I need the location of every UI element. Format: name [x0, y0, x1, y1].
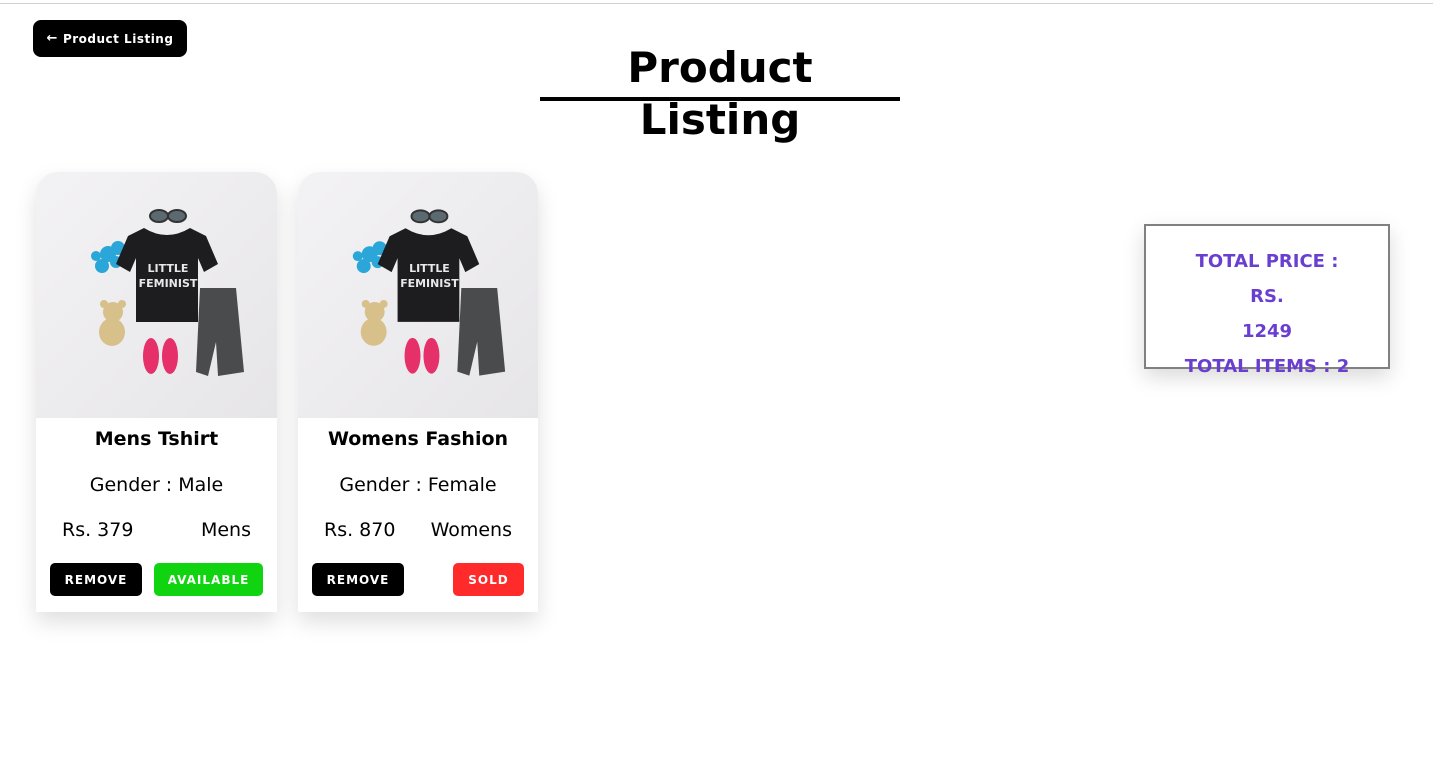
status-badge-available[interactable]: AVAILABLE — [154, 563, 263, 596]
product-name: Mens Tshirt — [94, 428, 219, 450]
kids-outfit-flatlay-image: LITTLE FEMINIST — [352, 209, 506, 376]
page-title: Product Listing — [540, 42, 900, 144]
svg-text:FEMINIST: FEMINIST — [139, 277, 198, 290]
product-card: LITTLE FEMINIST Mens Tshirt Gender : Mal… — [36, 172, 277, 612]
product-gender: Gender : Male — [89, 474, 224, 496]
svg-text:LITTLE: LITTLE — [409, 262, 450, 275]
product-gender: Gender : Female — [339, 474, 497, 496]
svg-text:FEMINIST: FEMINIST — [400, 277, 459, 290]
product-price: Rs. 870 — [324, 519, 396, 541]
product-image: LITTLE FEMINIST — [298, 172, 538, 418]
product-card: LITTLE FEMINIST Womens Fashion Gender : … — [298, 172, 538, 612]
total-items-label: TOTAL ITEMS : 2 — [1184, 356, 1350, 377]
kids-outfit-flatlay-image: LITTLE FEMINIST — [91, 209, 244, 376]
top-divider — [0, 3, 1433, 4]
svg-text:LITTLE: LITTLE — [148, 262, 189, 275]
back-button[interactable]: ← Product Listing — [33, 20, 187, 57]
status-badge-sold[interactable]: SOLD — [453, 563, 524, 596]
remove-button[interactable]: REMOVE — [312, 563, 404, 596]
total-price-label: TOTAL PRICE : RS. — [1195, 251, 1339, 307]
cart-summary-box: TOTAL PRICE : RS. 1249 TOTAL ITEMS : 2 — [1144, 224, 1390, 377]
back-button-label: Product Listing — [62, 31, 174, 46]
product-price: Rs. 379 — [62, 519, 134, 541]
product-category: Mens — [200, 519, 251, 541]
remove-button[interactable]: REMOVE — [50, 563, 142, 596]
left-arrow-icon: ← — [46, 31, 58, 46]
total-price-value: 1249 — [1241, 321, 1293, 342]
product-name: Womens Fashion — [327, 428, 509, 450]
product-category: Womens — [430, 519, 512, 541]
product-image: LITTLE FEMINIST — [36, 172, 277, 418]
